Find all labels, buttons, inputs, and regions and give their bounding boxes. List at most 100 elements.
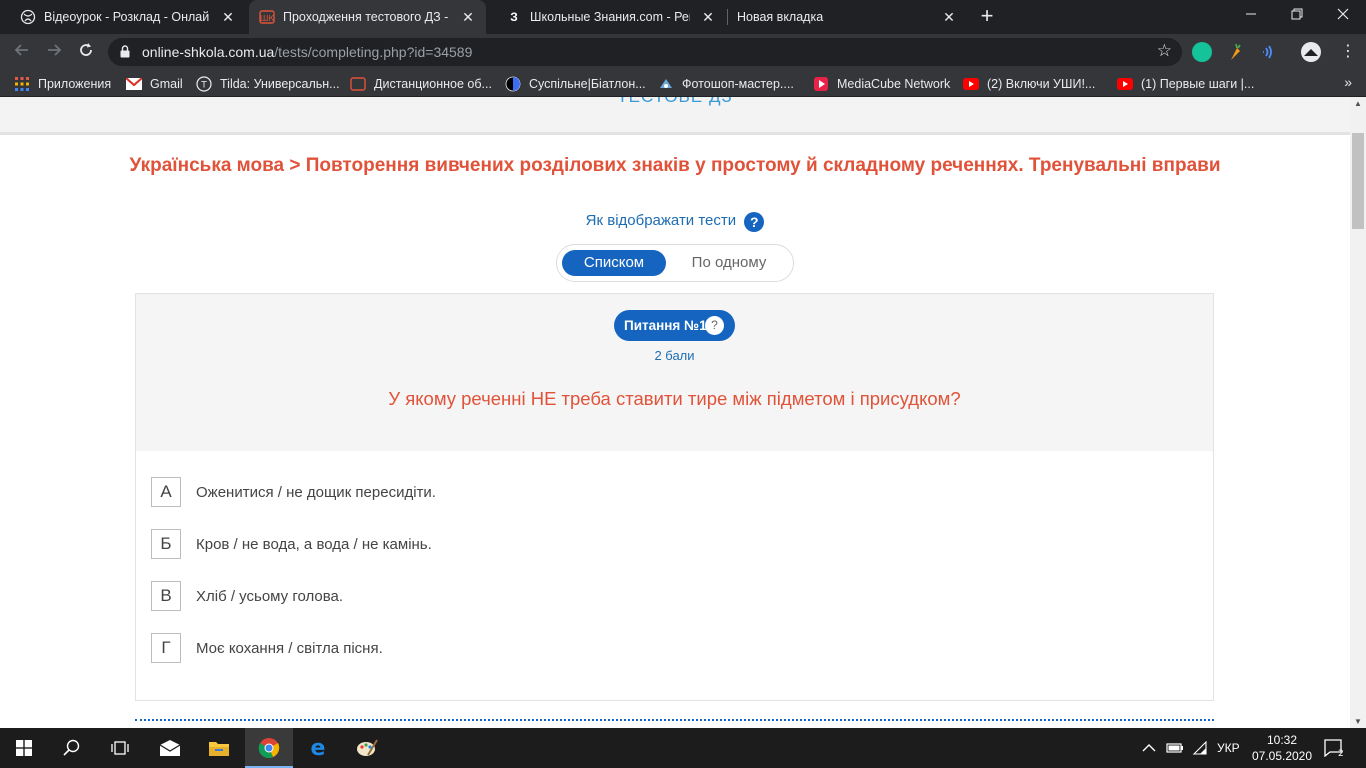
close-icon[interactable]: ✕ xyxy=(700,9,716,25)
school-logo-icon: ШК xyxy=(259,9,275,25)
show-hidden-icons-button[interactable] xyxy=(1142,728,1156,768)
answer-option-v[interactable]: В Хліб / усьому голова. xyxy=(151,580,343,612)
taskbar-mail[interactable] xyxy=(146,728,194,768)
lock-icon[interactable] xyxy=(120,45,130,58)
carrot-extension-icon[interactable] xyxy=(1225,42,1245,62)
edge-icon: e xyxy=(311,737,326,759)
answer-option-h[interactable]: Г Моє кохання / світла пісня. xyxy=(151,632,383,664)
close-icon[interactable]: ✕ xyxy=(460,9,476,25)
arrow-left-icon xyxy=(14,44,28,56)
help-icon[interactable]: ? xyxy=(744,212,765,232)
url-text: online-shkola.com.ua/tests/completing.ph… xyxy=(142,44,472,60)
bookmark-distance-learning[interactable]: Дистанционное об... xyxy=(350,70,492,97)
bookmark-label: Дистанционное об... xyxy=(374,76,492,91)
section-divider xyxy=(135,719,1214,721)
tab-title: Відеоурок - Розклад - Онлайн-Ш xyxy=(44,10,210,24)
mode-list-button[interactable]: Списком xyxy=(562,250,666,276)
answer-option-a[interactable]: А Оженитися / не дощик пересидіти. xyxy=(151,476,436,508)
input-language[interactable]: УКР xyxy=(1217,728,1240,768)
scroll-up-arrow-icon[interactable]: ▲ xyxy=(1350,99,1366,108)
tab-test-completing[interactable]: ШК Проходження тестового ДЗ - Он ✕ xyxy=(249,0,486,34)
bookmark-youtube-2[interactable]: (1) Первые шаги |... xyxy=(1117,70,1254,97)
page-viewport: ТЕСТОВЕ ДЗ Українська мова > Повторення … xyxy=(0,97,1350,728)
question-points: 2 бали xyxy=(654,348,695,363)
wifi-icon xyxy=(1192,741,1207,755)
taskbar-chrome[interactable] xyxy=(245,728,293,768)
sound-waves-extension-icon[interactable] xyxy=(1257,42,1277,62)
answer-letter[interactable]: А xyxy=(151,477,181,507)
bookmark-tilda[interactable]: T Tilda: Универсальн... xyxy=(196,70,340,97)
system-clock[interactable]: 10:32 07.05.2020 xyxy=(1250,732,1314,764)
bookmark-star-icon[interactable]: ☆ xyxy=(1157,41,1172,61)
scrollbar-thumb[interactable] xyxy=(1352,133,1364,229)
notification-icon: 2 xyxy=(1324,739,1344,757)
answer-text: Кров / не вода, а вода / не камінь. xyxy=(196,535,432,553)
mediacube-icon xyxy=(813,76,829,92)
answer-text: Оженитися / не дощик пересидіти. xyxy=(196,483,436,501)
url-host: online-shkola.com.ua xyxy=(142,44,275,60)
bookmark-label: Фотошоп-мастер.... xyxy=(682,76,794,91)
restore-button[interactable] xyxy=(1274,0,1320,30)
chrome-icon xyxy=(258,738,280,758)
search-button[interactable] xyxy=(48,728,96,768)
battery-icon xyxy=(1166,743,1183,753)
start-button[interactable] xyxy=(0,728,48,768)
bookmark-label: MediaCube Network xyxy=(837,76,951,91)
youtube-icon xyxy=(963,76,979,92)
question-number: Питання №1 xyxy=(624,318,707,333)
reload-button[interactable] xyxy=(74,40,98,64)
reload-icon xyxy=(80,43,92,56)
answer-letter[interactable]: Б xyxy=(151,529,181,559)
question-help-icon[interactable]: ? xyxy=(705,316,724,335)
bookmark-suspilne[interactable]: Суспільне|Біатлон... xyxy=(505,70,646,97)
bookmark-label: Tilda: Универсальн... xyxy=(220,76,340,91)
close-icon[interactable]: ✕ xyxy=(220,9,236,25)
grammarly-extension-icon[interactable] xyxy=(1192,42,1212,62)
new-tab-button[interactable]: + xyxy=(976,5,998,27)
tab-videourok[interactable]: Відеоурок - Розклад - Онлайн-Ш ✕ xyxy=(0,0,246,34)
forward-button[interactable] xyxy=(42,40,66,64)
close-window-button[interactable] xyxy=(1320,0,1366,30)
scroll-down-arrow-icon[interactable]: ▼ xyxy=(1350,717,1366,726)
bookmark-mediacube[interactable]: MediaCube Network xyxy=(813,70,950,97)
question-header: Питання №1 ? 2 бали У якому реченні НЕ т… xyxy=(136,294,1213,451)
bookmark-gmail[interactable]: Gmail xyxy=(126,70,183,97)
answer-option-b[interactable]: Б Кров / не вода, а вода / не камінь. xyxy=(151,528,432,560)
display-mode-text: Як відображати тести xyxy=(585,212,737,229)
battery-tray-icon[interactable] xyxy=(1166,728,1184,768)
action-center-button[interactable]: 2 xyxy=(1324,728,1344,768)
clock-time: 10:32 xyxy=(1266,733,1298,747)
bookmark-youtube-1[interactable]: (2) Включи УШИ!... xyxy=(963,70,1095,97)
bookmark-photoshop-master[interactable]: Фотошоп-мастер.... xyxy=(658,70,794,97)
answer-letter[interactable]: Г xyxy=(151,633,181,663)
bookmark-apps[interactable]: Приложения xyxy=(14,70,111,97)
network-tray-icon[interactable] xyxy=(1192,728,1208,768)
mode-single-button[interactable]: По одному xyxy=(679,250,779,276)
page-scrollbar[interactable]: ▲ ▼ xyxy=(1350,97,1366,728)
address-bar[interactable]: online-shkola.com.ua/tests/completing.ph… xyxy=(108,38,1182,66)
tab-title: Школьные Знания.com - Решаем xyxy=(530,10,690,24)
browser-menu-button[interactable]: ⋮ xyxy=(1336,40,1360,64)
bookmark-label: Gmail xyxy=(150,76,183,91)
tab-znanija[interactable]: З Школьные Знания.com - Решаем ✕ xyxy=(486,0,726,34)
apps-grid-icon xyxy=(14,76,30,92)
display-mode-toggle: Списком По одному xyxy=(556,244,794,282)
tilda-icon: T xyxy=(196,75,212,92)
bookmark-label: (2) Включи УШИ!... xyxy=(987,76,1096,91)
taskbar-edge[interactable]: e xyxy=(294,728,342,768)
taskbar-paint[interactable] xyxy=(343,728,391,768)
answer-text: Моє кохання / світла пісня. xyxy=(196,639,383,657)
answer-text: Хліб / усьому голова. xyxy=(196,587,344,605)
page-header-title: ТЕСТОВЕ ДЗ xyxy=(0,97,1350,107)
minimize-button[interactable] xyxy=(1228,0,1274,30)
task-view-button[interactable] xyxy=(96,728,144,768)
profile-avatar[interactable] xyxy=(1301,42,1321,62)
back-button[interactable] xyxy=(10,40,34,64)
close-icon[interactable]: ✕ xyxy=(941,9,957,25)
taskbar-file-explorer[interactable] xyxy=(195,728,243,768)
tab-title: Новая вкладка xyxy=(737,10,824,24)
bookmarks-overflow-button[interactable]: » xyxy=(1344,74,1352,90)
svg-text:2: 2 xyxy=(1338,749,1344,757)
tab-new[interactable]: Новая вкладка ✕ xyxy=(727,0,967,34)
answer-letter[interactable]: В xyxy=(151,581,181,611)
